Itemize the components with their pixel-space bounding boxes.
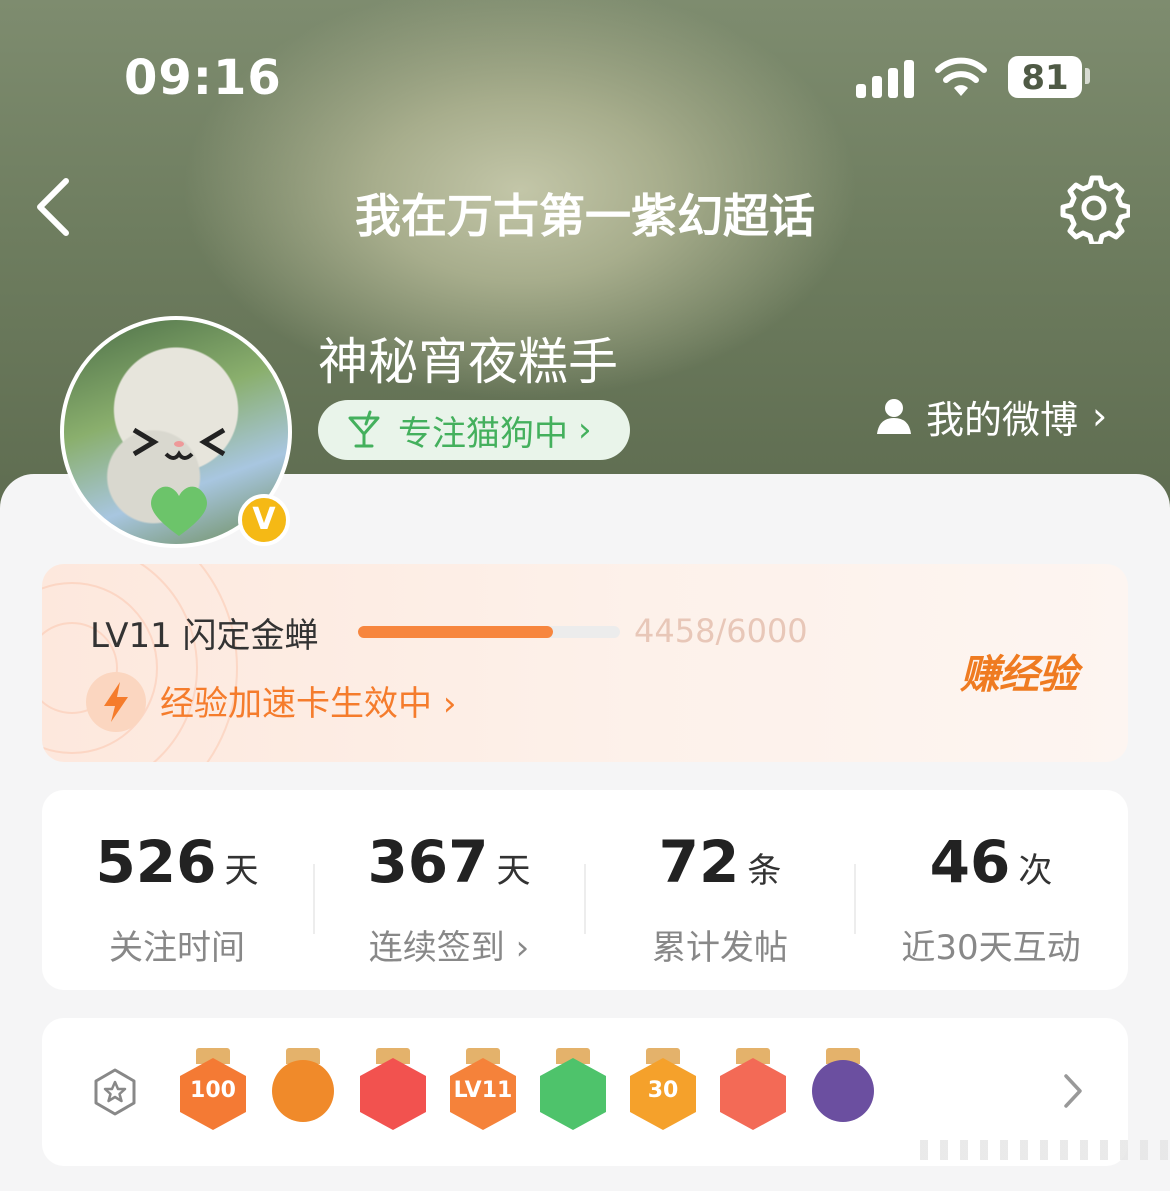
wifi-icon (935, 57, 987, 96)
lightning-bolt-icon (86, 672, 146, 732)
boost-card-label: 经验加速卡生效中 (160, 684, 432, 724)
lv11-medal[interactable]: LV11 (448, 1048, 518, 1134)
medal-body (360, 1058, 426, 1130)
earn-exp-button[interactable]: 赚经验 (960, 642, 1078, 700)
rabbit-medal[interactable] (358, 1048, 428, 1134)
cellular-signal-icon (856, 58, 916, 98)
stat-label: 累计发帖 (652, 928, 788, 968)
stat-value: 72 (658, 828, 740, 896)
100-days-medal[interactable]: 100 (178, 1048, 248, 1134)
chevron-right-icon: › (578, 410, 592, 450)
30-days-medal[interactable]: 30 (628, 1048, 698, 1134)
person-icon (877, 399, 911, 434)
back-button[interactable] (30, 175, 80, 239)
battery-level: 81 (1021, 58, 1069, 98)
chevron-right-icon: › (515, 928, 530, 968)
stat-unit: 条 (747, 851, 782, 891)
stat-follow-time: 526 天 关注时间 (42, 828, 312, 969)
level-card[interactable]: LV11 闪定金蝉 4458/6000 经验加速卡生效中 › 赚经验 (42, 564, 1128, 762)
chevron-right-icon[interactable] (1058, 1068, 1088, 1114)
medal-body (540, 1058, 606, 1130)
battery-nub (1085, 68, 1090, 84)
settings-gear-icon[interactable] (1058, 172, 1130, 244)
exp-value: 4458/6000 (634, 612, 808, 650)
status-tag-label: 专注猫狗中 (398, 413, 568, 454)
character-medal[interactable] (808, 1048, 878, 1134)
username: 神秘宵夜糕手 (318, 333, 618, 391)
medal-body (272, 1060, 334, 1122)
cat-face-icon (132, 427, 226, 460)
page-title: 我在万古第一紫幻超话 (355, 189, 815, 243)
level-progress-fill (358, 626, 553, 638)
stat-unit: 天 (496, 851, 531, 891)
verified-v-badge: V (238, 494, 290, 546)
medal-text: 100 (190, 1078, 236, 1103)
medal-body (812, 1060, 874, 1122)
stat-value: 367 (367, 828, 489, 896)
stat-checkin-streak[interactable]: 367 天 连续签到 › (314, 828, 584, 969)
medal-star-icon (94, 1068, 136, 1116)
stat-unit: 次 (1018, 851, 1053, 891)
stat-unit: 天 (224, 851, 259, 891)
stat-value: 46 (929, 828, 1011, 896)
orange-character-medal[interactable] (268, 1048, 338, 1134)
hand-medal[interactable] (538, 1048, 608, 1134)
stat-label: 近30天互动 (901, 928, 1081, 968)
boost-card-link[interactable]: 经验加速卡生效中 › (160, 676, 456, 725)
chevron-right-icon: › (442, 684, 457, 724)
decorative-ripple (42, 564, 238, 762)
medal-body (720, 1058, 786, 1130)
status-tag-button[interactable]: 专注猫狗中 › (318, 400, 630, 460)
status-time: 09:16 (124, 50, 282, 106)
stat-value: 526 (95, 828, 217, 896)
rock-hand-medal[interactable] (718, 1048, 788, 1134)
stat-interactions: 46 次 近30天互动 (856, 828, 1126, 969)
heart-icon (151, 486, 207, 536)
chevron-right-icon: › (1092, 394, 1108, 438)
my-weibo-link[interactable]: 我的微博 › (874, 390, 1107, 442)
level-name: LV11 闪定金蝉 (90, 616, 319, 656)
decorative-bottom-dashes (920, 1140, 1170, 1160)
level-progress-bar (358, 626, 620, 638)
bolt-glyph (104, 682, 128, 722)
medal-text: LV11 (453, 1078, 513, 1103)
stat-total-posts: 72 条 累计发帖 (585, 828, 855, 969)
my-weibo-label: 我的微博 (926, 397, 1079, 442)
medal-text: 30 (647, 1078, 679, 1103)
cocktail-icon (348, 410, 380, 448)
stat-label: 连续签到 (368, 928, 505, 968)
stat-label: 关注时间 (109, 928, 245, 968)
battery-icon: 81 (1008, 56, 1082, 98)
stats-card: 526 天 关注时间 367 天 连续签到 › 72 条 累计发帖 46 次 近30天互… (42, 790, 1128, 990)
